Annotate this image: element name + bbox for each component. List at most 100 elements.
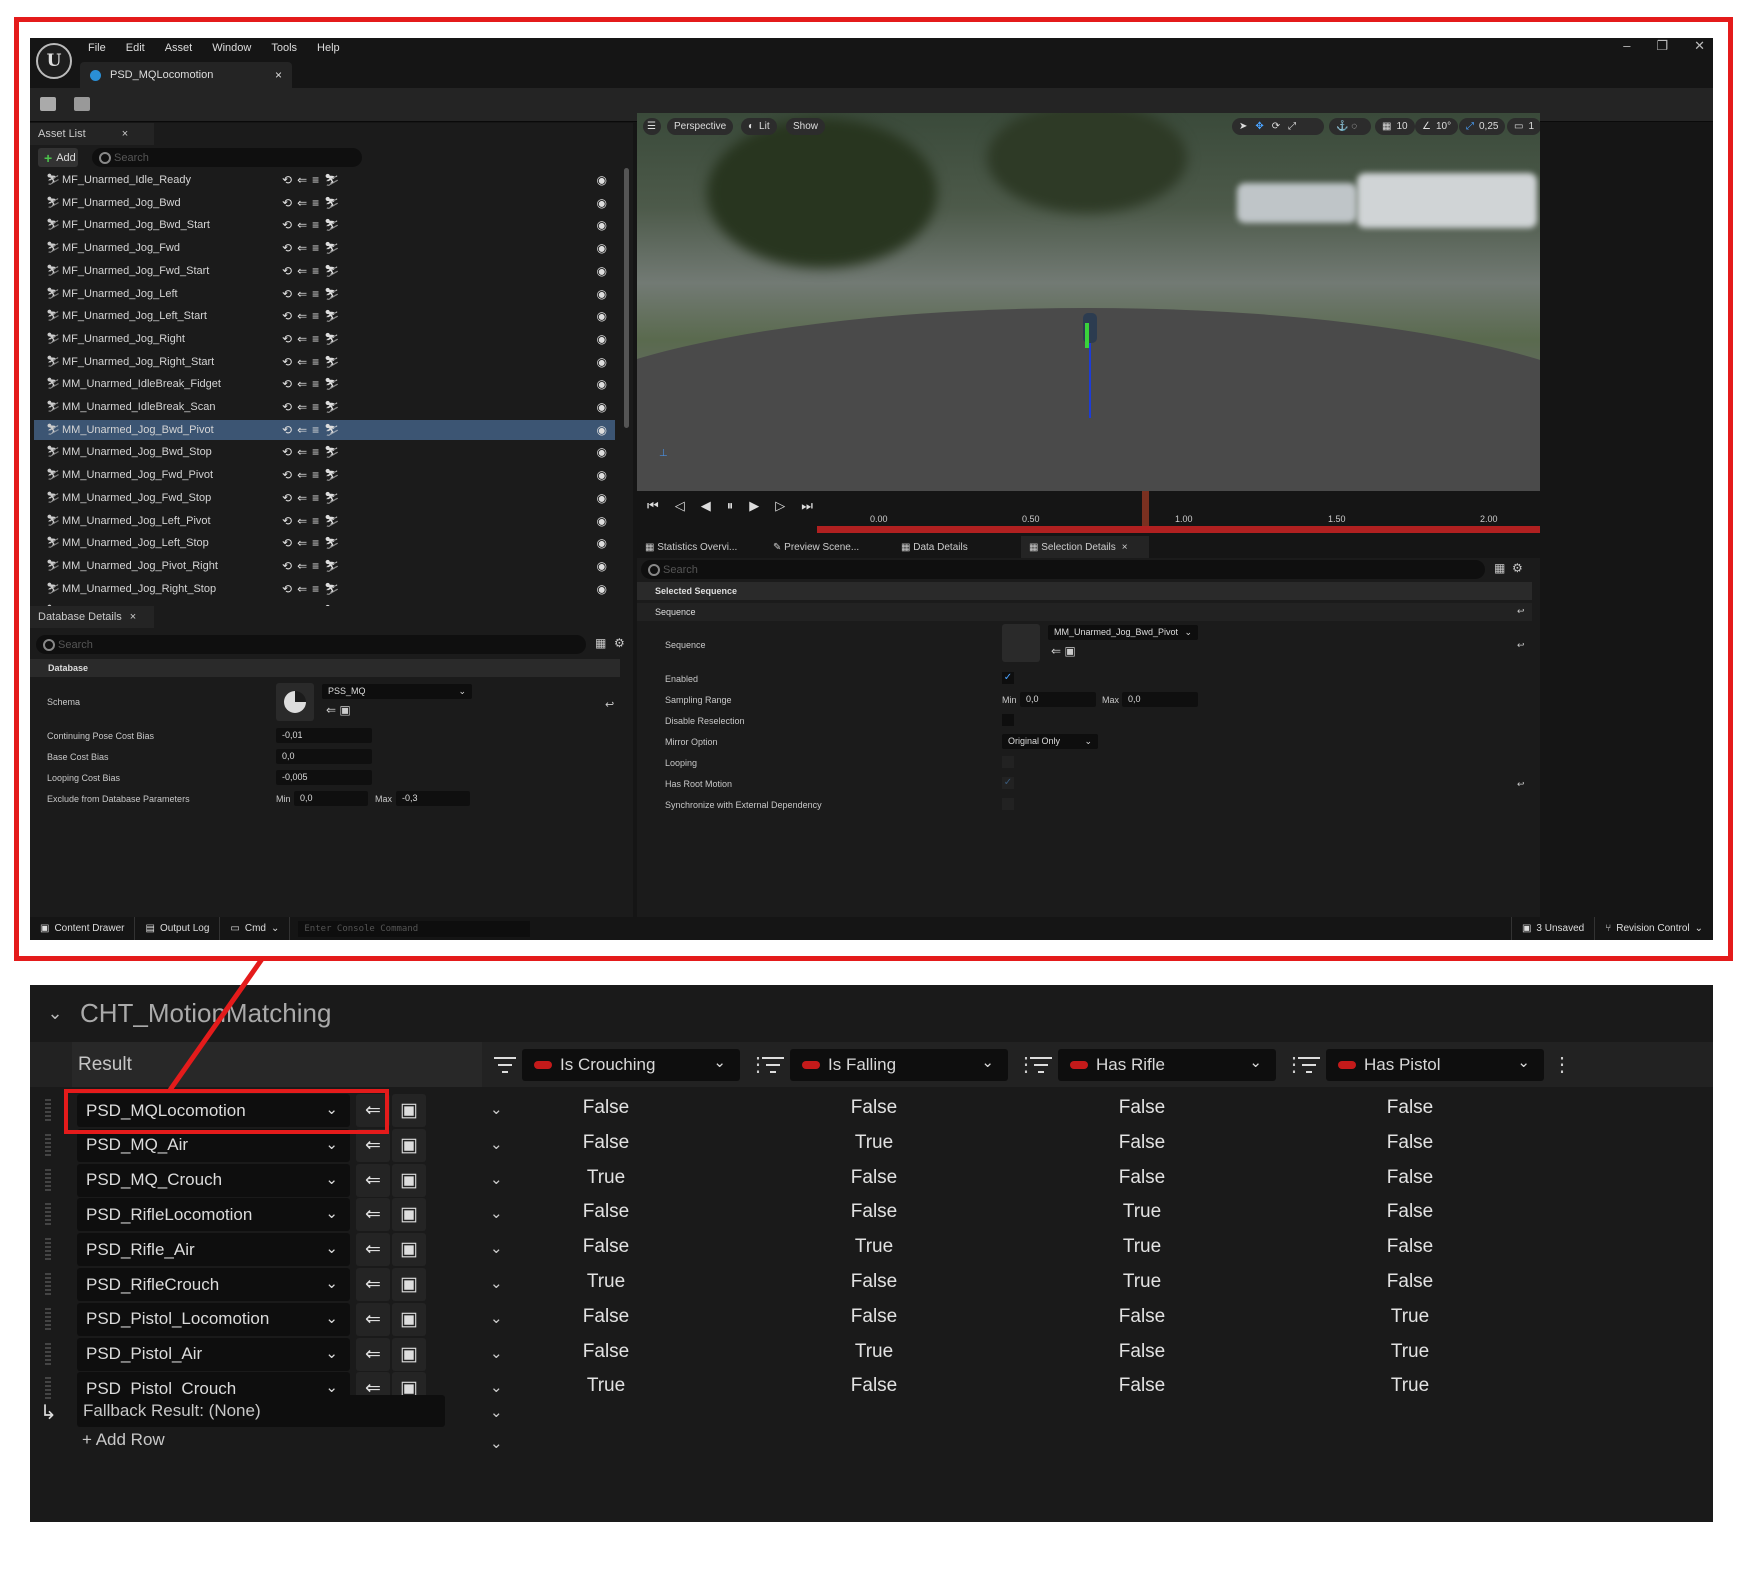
use-selected-icon[interactable]: ⇐ [297, 196, 307, 210]
condition-cell[interactable]: False [1033, 1341, 1251, 1363]
grid-view-icon[interactable]: ▦ [1494, 561, 1505, 575]
asset-list-row[interactable]: ⛷ MM_Unarmed_Jog_Right_Stop ⟲ ⇐ ≡ ⛷ ◉ [34, 579, 615, 599]
revision-control-button[interactable]: ⑂ Revision Control ⌄ [1595, 917, 1713, 940]
drag-handle-icon[interactable] [45, 1099, 51, 1121]
condition-cell[interactable]: False [497, 1236, 715, 1258]
use-selected-icon[interactable]: ⇐ [297, 287, 307, 301]
reset-icon[interactable]: ↩ [1517, 640, 1525, 651]
disable-reselection-checkbox[interactable] [1002, 714, 1014, 726]
asset-search-input[interactable]: Search [92, 148, 362, 167]
asset-list-row[interactable]: ⛷ MM_Unarmed_Jog_Bwd_Stop ⟲ ⇐ ≡ ⛷ ◉ [34, 442, 615, 462]
grid-snap-button[interactable]: ▦ 10 [1375, 118, 1415, 135]
loop-icon[interactable]: ⟲ [282, 377, 292, 391]
mirror-icon[interactable]: ≡ [312, 582, 319, 596]
loop-icon[interactable]: ⟲ [282, 173, 292, 187]
loop-icon[interactable]: ⟲ [282, 582, 292, 596]
filter-icon[interactable] [494, 1055, 516, 1075]
reset-icon[interactable]: ↩ [605, 698, 614, 711]
browse-asset-icon[interactable]: ▣ [392, 1337, 426, 1371]
visibility-eye-icon[interactable]: ◉ [597, 400, 607, 414]
use-selected-icon[interactable]: ⇐ [297, 423, 307, 437]
timeline-range-bar[interactable] [817, 526, 1540, 533]
root-motion-icon[interactable]: ⛷ [324, 264, 339, 278]
loop-icon[interactable]: ⟲ [282, 241, 292, 255]
mirror-icon[interactable]: ≡ [312, 218, 319, 232]
asset-list-row[interactable]: ⛷ MM_Unarmed_Jog_Fwd_Stop ⟲ ⇐ ≡ ⛷ ◉ [34, 488, 615, 508]
condition-cell[interactable]: True [1033, 1201, 1251, 1223]
use-selected-icon[interactable]: ⇐ ▣ [326, 703, 351, 717]
condition-cell[interactable]: False [497, 1201, 715, 1223]
visibility-eye-icon[interactable]: ◉ [597, 196, 607, 210]
cmd-dropdown[interactable]: ▭ Cmd ⌄ [220, 917, 291, 940]
condition-cell[interactable]: True [765, 1236, 983, 1258]
root-motion-icon[interactable]: ⛷ [324, 445, 339, 459]
drag-handle-icon[interactable] [45, 1203, 51, 1226]
rotate-icon[interactable]: ⟳ [1272, 121, 1280, 132]
menu-asset[interactable]: Asset [165, 42, 193, 54]
condition-cell[interactable]: False [765, 1097, 983, 1119]
condition-cell[interactable]: False [1033, 1132, 1251, 1154]
visibility-eye-icon[interactable]: ◉ [597, 377, 607, 391]
condition-cell[interactable]: False [1301, 1236, 1519, 1258]
loop-icon[interactable]: ⟲ [282, 559, 292, 573]
asset-list-row[interactable]: ⛷ MM_Unarmed_Jog_Left_Pivot ⟲ ⇐ ≡ ⛷ ◉ [34, 511, 615, 531]
condition-cell[interactable]: False [497, 1132, 715, 1154]
visibility-eye-icon[interactable]: ◉ [597, 355, 607, 369]
mirror-icon[interactable]: ≡ [312, 468, 319, 482]
mirror-icon[interactable]: ≡ [312, 241, 319, 255]
loop-icon[interactable]: ⟲ [282, 491, 292, 505]
root-motion-checkbox[interactable]: ✓ [1002, 777, 1014, 789]
visibility-eye-icon[interactable]: ◉ [597, 309, 607, 323]
root-motion-icon[interactable]: ⛷ [324, 582, 339, 596]
visibility-eye-icon[interactable]: ◉ [597, 241, 607, 255]
loop-icon[interactable]: ⟲ [282, 264, 292, 278]
unsaved-button[interactable]: ▣ 3 Unsaved [1510, 917, 1596, 940]
skip-start-icon[interactable]: ⏮ [647, 498, 659, 514]
mirror-icon[interactable]: ≡ [312, 491, 319, 505]
browse-asset-icon[interactable]: ▣ [392, 1302, 426, 1336]
visibility-eye-icon[interactable]: ◉ [597, 218, 607, 232]
filter-icon[interactable] [1298, 1055, 1320, 1075]
schema-dropdown[interactable]: PSS_MQ ⌄ [322, 684, 472, 699]
sync-checkbox[interactable] [1002, 798, 1014, 810]
condition-property-dropdown[interactable]: Has Pistol ⌄ [1326, 1048, 1544, 1081]
surface-snap-icon[interactable]: ⚓ ◌ [1329, 118, 1371, 135]
use-selected-icon[interactable]: ⇐ [297, 241, 307, 255]
browse-asset-icon[interactable]: ▣ [392, 1128, 426, 1162]
condition-cell[interactable]: True [1301, 1375, 1519, 1397]
content-drawer-button[interactable]: ▣ Content Drawer [30, 917, 136, 940]
mirror-icon[interactable]: ≡ [312, 332, 319, 346]
drag-handle-icon[interactable] [45, 1307, 51, 1330]
play-icon[interactable]: ▶ [749, 498, 759, 514]
condition-cell[interactable]: False [1301, 1201, 1519, 1223]
tab-preview-scene[interactable]: ✎ Preview Scene... [765, 536, 893, 558]
condition-cell[interactable]: False [765, 1306, 983, 1328]
sampling-min-field[interactable]: 0,0 [1020, 692, 1096, 707]
add-button[interactable]: + Add [38, 148, 78, 167]
angle-snap-button[interactable]: ∠ 10° [1415, 118, 1459, 135]
camera-speed-button[interactable]: ▭ 1 [1507, 118, 1540, 135]
timeline[interactable]: ⏮ ◁ ◀ ⏸ ▶ ▷ ⏭ 0.00 0.50 1.00 1.50 2.00 [637, 491, 1540, 536]
use-selected-icon[interactable]: ⇐ [297, 218, 307, 232]
close-icon[interactable]: × [130, 611, 136, 623]
mirror-icon[interactable]: ≡ [312, 536, 319, 550]
result-asset-dropdown[interactable]: PSD_Pistol_Air ⌄ [77, 1337, 350, 1371]
use-selected-icon[interactable]: ⇐ [297, 264, 307, 278]
root-motion-icon[interactable]: ⛷ [324, 241, 339, 255]
close-tab-icon[interactable]: × [275, 68, 282, 82]
mirror-icon[interactable]: ≡ [312, 355, 319, 369]
menu-edit[interactable]: Edit [126, 42, 145, 54]
use-selected-icon[interactable]: ⇐ [297, 468, 307, 482]
chooser-row[interactable]: PSD_Pistol_Locomotion ⌄ ⇐ ▣ ⌄ False False False… [30, 1300, 1713, 1339]
root-motion-icon[interactable]: ⛷ [324, 196, 339, 210]
playhead[interactable] [1142, 491, 1149, 531]
reset-icon[interactable]: ↩ [1517, 779, 1525, 790]
browse-asset-icon[interactable]: ▣ [392, 1163, 426, 1197]
loop-icon[interactable]: ⟲ [282, 536, 292, 550]
asset-list-row[interactable]: ⛷ MF_Unarmed_Jog_Right_Start ⟲ ⇐ ≡ ⛷ ◉ [34, 352, 615, 372]
use-selected-icon[interactable]: ⇐ [297, 491, 307, 505]
condition-cell[interactable]: False [1301, 1132, 1519, 1154]
viewport-menu-icon[interactable]: ☰ [643, 118, 661, 135]
menu-tools[interactable]: Tools [271, 42, 297, 54]
use-selected-asset-icon[interactable]: ⇐ [356, 1163, 390, 1197]
